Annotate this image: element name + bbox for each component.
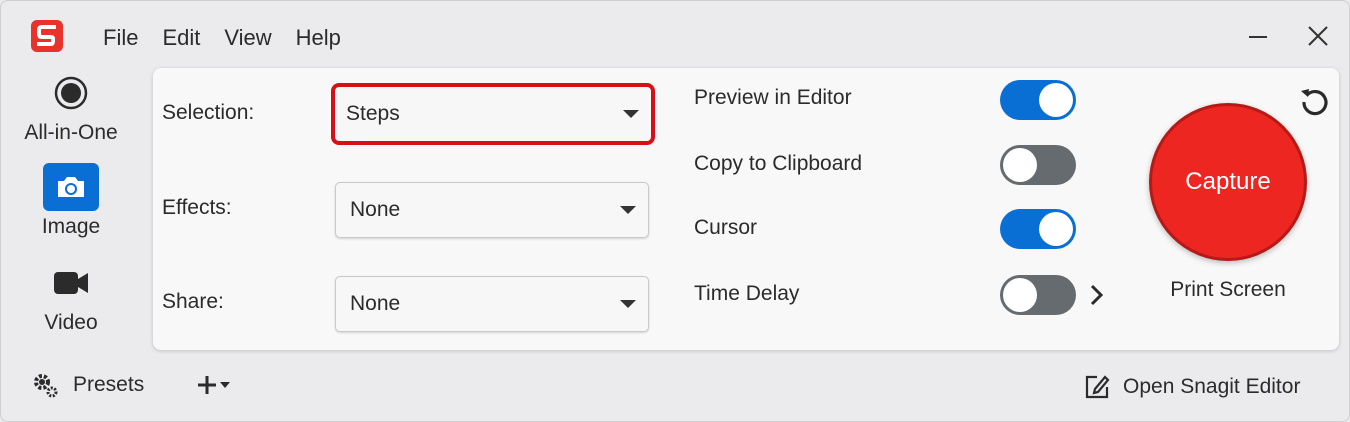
share-value: None xyxy=(350,292,401,315)
open-snagit-editor-button[interactable]: Open Snagit Editor xyxy=(1083,373,1300,401)
time-delay-label: Time Delay xyxy=(694,282,800,305)
effects-label: Effects: xyxy=(162,196,232,219)
copy-to-clipboard-label: Copy to Clipboard xyxy=(694,152,863,175)
video-camera-icon xyxy=(54,272,88,294)
chevron-right-icon xyxy=(1090,284,1104,306)
camera-icon xyxy=(43,163,99,211)
menu-bar: File Edit View Help xyxy=(103,25,341,51)
plus-dropdown-icon xyxy=(198,376,230,394)
gears-icon xyxy=(34,374,58,398)
minimize-icon xyxy=(1249,36,1267,38)
chevron-down-icon xyxy=(620,206,636,214)
edit-icon xyxy=(1085,375,1110,399)
presets-label: Presets xyxy=(73,373,145,396)
effects-dropdown[interactable]: None xyxy=(335,182,649,238)
effects-value: None xyxy=(350,198,401,221)
mode-image[interactable]: Image xyxy=(1,163,141,239)
snagit-logo-icon xyxy=(31,20,63,52)
cursor-toggle[interactable] xyxy=(1000,209,1076,249)
chevron-down-icon xyxy=(620,300,636,308)
snagit-capture-window: File Edit View Help All-in-One Image Vid… xyxy=(0,0,1350,422)
close-icon xyxy=(1308,26,1328,46)
menu-edit[interactable]: Edit xyxy=(162,25,200,51)
selection-dropdown[interactable]: Steps xyxy=(331,83,655,145)
record-icon xyxy=(54,76,88,110)
menu-file[interactable]: File xyxy=(103,25,138,51)
preview-in-editor-toggle[interactable] xyxy=(1000,80,1076,120)
mode-image-label: Image xyxy=(41,215,101,238)
chevron-down-icon xyxy=(623,110,639,118)
add-preset-button[interactable] xyxy=(195,373,235,397)
mode-all-in-one-label: All-in-One xyxy=(24,121,118,144)
capture-button[interactable]: Capture xyxy=(1149,103,1307,261)
mode-video-label: Video xyxy=(44,311,98,334)
menu-help[interactable]: Help xyxy=(296,25,341,51)
presets-button[interactable]: Presets xyxy=(31,371,144,399)
preview-in-editor-label: Preview in Editor xyxy=(694,86,852,109)
share-label: Share: xyxy=(162,290,224,313)
open-snagit-editor-label: Open Snagit Editor xyxy=(1123,375,1301,398)
reset-icon xyxy=(1301,89,1328,116)
mode-video[interactable]: Video xyxy=(1,259,141,335)
copy-to-clipboard-toggle[interactable] xyxy=(1000,145,1076,185)
time-delay-toggle[interactable] xyxy=(1000,275,1076,315)
selection-value: Steps xyxy=(346,102,400,125)
time-delay-expand-button[interactable] xyxy=(1087,283,1105,312)
cursor-label: Cursor xyxy=(694,216,758,239)
reset-button[interactable] xyxy=(1299,85,1331,122)
menu-view[interactable]: View xyxy=(224,25,271,51)
close-button[interactable] xyxy=(1303,21,1333,51)
selection-label: Selection: xyxy=(162,101,255,124)
capture-label: Capture xyxy=(1185,168,1271,195)
share-dropdown[interactable]: None xyxy=(335,276,649,332)
capture-shortcut: Print Screen xyxy=(1170,278,1286,301)
minimize-button[interactable] xyxy=(1243,21,1273,51)
mode-all-in-one[interactable]: All-in-One xyxy=(1,69,141,145)
